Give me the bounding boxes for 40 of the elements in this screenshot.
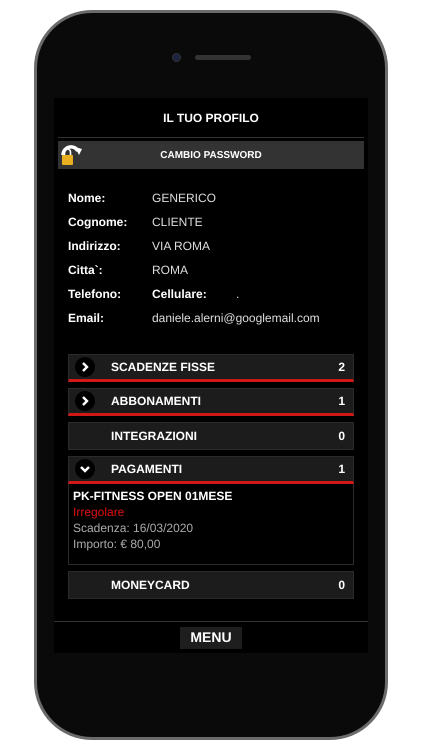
field-label: Email: (68, 310, 106, 326)
field-sublabel: Cellulare: (152, 286, 208, 302)
field-value: ROMA (152, 262, 188, 278)
section-count: 1 (338, 461, 345, 478)
section-count: 1 (338, 393, 345, 410)
detail-line: Scadenza: 16/03/2020 (73, 520, 194, 536)
field-value: VIA ROMA (152, 238, 210, 254)
section-header[interactable]: PAGAMENTI 1 (68, 456, 354, 484)
field-value: GENERICO (152, 190, 216, 206)
field-label: Indirizzo: (68, 238, 122, 254)
detail-line: Importo: € 80,00 (73, 536, 162, 552)
change-password-button[interactable]: CAMBIO PASSWORD (58, 141, 364, 169)
field-label: Telefono: (68, 286, 122, 302)
section-title: PAGAMENTI (111, 461, 182, 478)
section-title: SCADENZE FISSE (111, 359, 216, 376)
page-title: IL TUO PROFILO (163, 110, 259, 126)
menu-button[interactable]: MENU (180, 626, 242, 648)
field-label: Citta`: (68, 262, 104, 278)
field-value: daniele.alerni@googlemail.com (152, 310, 320, 326)
field-value: . (236, 286, 240, 302)
field-label: Cognome: (68, 214, 128, 230)
chevron-right-icon (75, 357, 95, 377)
section-count: 0 (338, 577, 345, 594)
section-header[interactable]: INTEGRAZIONI 0 (68, 422, 354, 450)
section-header[interactable]: SCADENZE FISSE 2 (68, 354, 354, 382)
camera-icon (172, 52, 180, 62)
section-count: 2 (338, 359, 345, 376)
field-value: CLIENTE (152, 214, 203, 230)
field-label: Nome: (68, 190, 106, 206)
status-text: Irregolare (73, 504, 126, 520)
section-header[interactable]: ABBONAMENTI 1 (68, 388, 354, 416)
chevron-down-icon (75, 459, 95, 479)
chevron-right-icon (75, 391, 95, 411)
plan-name: PK-FITNESS OPEN 01MESE (73, 488, 234, 504)
section-count: 0 (338, 428, 345, 445)
section-title: ABBONAMENTI (111, 393, 201, 410)
speaker-grille (194, 54, 250, 60)
section-header[interactable]: MONEYCARD 0 (68, 571, 354, 599)
section-title: MONEYCARD (111, 577, 190, 594)
section-title: INTEGRAZIONI (111, 428, 197, 445)
